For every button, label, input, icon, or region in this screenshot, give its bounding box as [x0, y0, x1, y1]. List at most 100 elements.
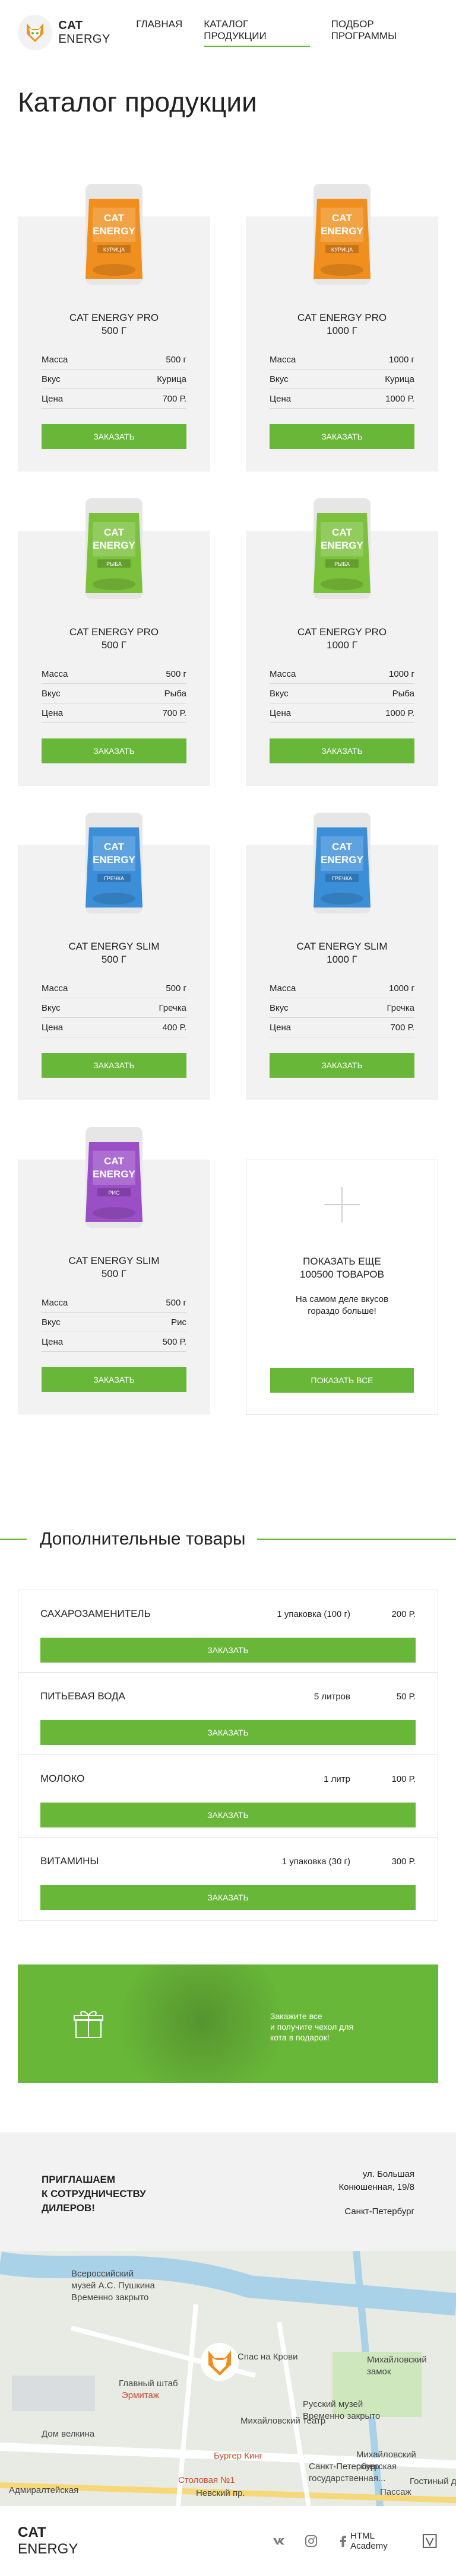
spec-value: 1000 г — [388, 668, 414, 679]
spec-label: Масса — [42, 668, 68, 679]
spec-label: Цена — [42, 1022, 64, 1033]
extra-item: МОЛОКО 1 литр 100 Р. ЗАКАЗАТЬ — [18, 1755, 438, 1838]
show-more-title-line: 100500 ТОВАРОВ — [300, 1269, 384, 1280]
extra-order-button[interactable]: ЗАКАЗАТЬ — [40, 1885, 416, 1910]
spec-value: 500 г — [166, 668, 186, 679]
product-card: CAT ENERGY ГРЕЧКА CAT ENERGY SLIM 1000 Г… — [246, 813, 438, 1100]
order-button[interactable]: ЗАКАЗАТЬ — [42, 738, 186, 763]
product-title: CAT ENERGY PRO 1000 Г — [246, 311, 438, 337]
svg-text:РИС: РИС — [109, 1190, 120, 1196]
svg-text:КУРИЦА: КУРИЦА — [103, 247, 125, 253]
promo-banner: Закажите все и получите чехол для кота в… — [18, 1964, 438, 2083]
product-title: CAT ENERGY PRO 1000 Г — [246, 626, 438, 652]
order-button[interactable]: ЗАКАЗАТЬ — [270, 1053, 414, 1078]
spec-label: Вкус — [270, 688, 289, 699]
spec-label: Масса — [42, 1297, 68, 1308]
svg-text:ENERGY: ENERGY — [93, 225, 135, 237]
product-title: CAT ENERGY PRO 500 Г — [18, 626, 210, 652]
order-button[interactable]: ЗАКАЗАТЬ — [42, 424, 186, 449]
spec-value: Рыба — [164, 688, 186, 699]
academy-link[interactable]: HTML Academy — [350, 2531, 438, 2551]
order-button[interactable]: ЗАКАЗАТЬ — [270, 424, 414, 449]
spec-row: Цена 700 Р. — [42, 389, 186, 409]
logo-text: CAT ENERGY — [58, 19, 136, 46]
spec-value: Гречка — [159, 1002, 186, 1013]
product-specs: Масса 1000 г Вкус Рыба Цена 1000 Р. — [270, 664, 414, 723]
svg-text:CAT: CAT — [104, 527, 124, 538]
nav-link-program[interactable]: ПОДБОР ПРОГРАММЫ — [331, 18, 438, 47]
map-label: государственная... — [309, 2473, 386, 2483]
map-label: музей А.С. Пушкина — [71, 2281, 155, 2291]
product-package-image: CAT ENERGY РЫБА — [86, 498, 142, 599]
svg-text:ГРЕЧКА: ГРЕЧКА — [104, 875, 124, 881]
extra-order-button[interactable]: ЗАКАЗАТЬ — [40, 1803, 416, 1827]
dealers-title-line: К СОТРУДНИЧЕСТВУ — [42, 2188, 146, 2199]
product-specs: Масса 500 г Вкус Гречка Цена 400 Р. — [42, 979, 186, 1037]
extra-item-qty: 5 литров — [314, 1691, 350, 1702]
dealers-title-line: ДИЛЕРОВ! — [42, 2202, 95, 2214]
promo-line: и получите чехол для — [270, 2022, 354, 2031]
order-button[interactable]: ЗАКАЗАТЬ — [270, 738, 414, 763]
spec-row: Масса 1000 г — [270, 350, 414, 370]
product-title: CAT ENERGY SLIM 1000 Г — [246, 940, 438, 966]
extra-item-qty: 1 упаковка (100 г) — [277, 1609, 350, 1619]
vk-icon[interactable] — [272, 2534, 286, 2548]
nav-link-home[interactable]: ГЛАВНАЯ — [136, 18, 182, 47]
show-all-button[interactable]: ПОКАЗАТЬ ВСЕ — [270, 1368, 414, 1393]
footer-logo[interactable]: CAT ENERGY — [18, 2524, 109, 2558]
product-name: CAT ENERGY PRO — [297, 312, 387, 323]
spec-label: Масса — [270, 983, 296, 994]
extra-order-button[interactable]: ЗАКАЗАТЬ — [40, 1720, 416, 1745]
order-button[interactable]: ЗАКАЗАТЬ — [42, 1367, 186, 1392]
spec-row: Цена 700 Р. — [42, 703, 186, 723]
plus-icon — [324, 1187, 360, 1222]
spec-value: Курица — [157, 374, 186, 384]
svg-text:ENERGY: ENERGY — [321, 854, 363, 865]
product-title: CAT ENERGY PRO 500 Г — [18, 311, 210, 337]
map-label: замок — [367, 2367, 391, 2377]
order-button[interactable]: ЗАКАЗАТЬ — [42, 1053, 186, 1078]
spec-label: Цена — [42, 708, 64, 718]
footer-logo-bold: CAT — [18, 2524, 46, 2540]
promo-line: кота в подарок! — [270, 2033, 330, 2042]
product-specs: Масса 1000 г Вкус Гречка Цена 700 Р. — [270, 979, 414, 1037]
show-more-text-line: гораздо больше! — [308, 1306, 376, 1316]
product-package-image: CAT ENERGY ГРЕЧКА — [314, 813, 370, 913]
product-weight-title: 1000 Г — [327, 325, 357, 336]
spec-value: 500 г — [166, 354, 186, 365]
product-package-image: CAT ENERGY РИС — [86, 1127, 142, 1228]
map-pin-icon[interactable] — [199, 2341, 240, 2383]
product-specs: Масса 500 г Вкус Рис Цена 500 Р. — [42, 1293, 186, 1352]
divider-right — [257, 1539, 456, 1540]
product-title: CAT ENERGY SLIM 500 Г — [18, 940, 210, 966]
spec-row: Масса 500 г — [42, 1293, 186, 1313]
spec-row: Вкус Курица — [42, 370, 186, 389]
product-weight-title: 500 Г — [101, 1268, 127, 1279]
show-more-title-line: ПОКАЗАТЬ ЕЩЕ — [303, 1256, 381, 1267]
spec-value: 500 Р. — [162, 1336, 186, 1347]
divider-left — [0, 1539, 27, 1540]
spec-value: 700 Р. — [162, 708, 186, 718]
spec-label: Цена — [42, 1336, 64, 1347]
spec-value: 1000 Р. — [385, 708, 414, 718]
map-label: Гостиный двор — [410, 2476, 456, 2486]
nav-link-catalog[interactable]: КАТАЛОГ ПРОДУКЦИИ — [204, 18, 310, 47]
map-label: Адмиралтейская — [9, 2485, 79, 2495]
address-line: Конюшенная, 19/8 — [338, 2182, 414, 2192]
map-label: Бургер Кинг — [214, 2451, 263, 2461]
product-specs: Масса 500 г Вкус Рыба Цена 700 Р. — [42, 664, 186, 723]
main-nav: ГЛАВНАЯ КАТАЛОГ ПРОДУКЦИИ ПОДБОР ПРОГРАМ… — [136, 18, 438, 47]
facebook-icon[interactable] — [336, 2534, 350, 2548]
product-name: CAT ENERGY SLIM — [68, 1255, 160, 1266]
map-label: Михайловский театр — [240, 2416, 326, 2426]
map-label: Столовая №1 — [178, 2475, 235, 2485]
extra-order-button[interactable]: ЗАКАЗАТЬ — [40, 1638, 416, 1663]
svg-text:ENERGY: ENERGY — [321, 225, 363, 237]
product-package-image: CAT ENERGY РЫБА — [314, 498, 370, 599]
product-name: CAT ENERGY PRO — [69, 626, 159, 638]
spec-value: 700 Р. — [390, 1022, 414, 1033]
instagram-icon[interactable] — [304, 2534, 318, 2548]
svg-text:CAT: CAT — [332, 212, 352, 224]
map[interactable]: Всероссийский музей А.С. Пушкина Временно … — [0, 2251, 456, 2506]
logo[interactable]: CAT ENERGY — [18, 15, 136, 50]
